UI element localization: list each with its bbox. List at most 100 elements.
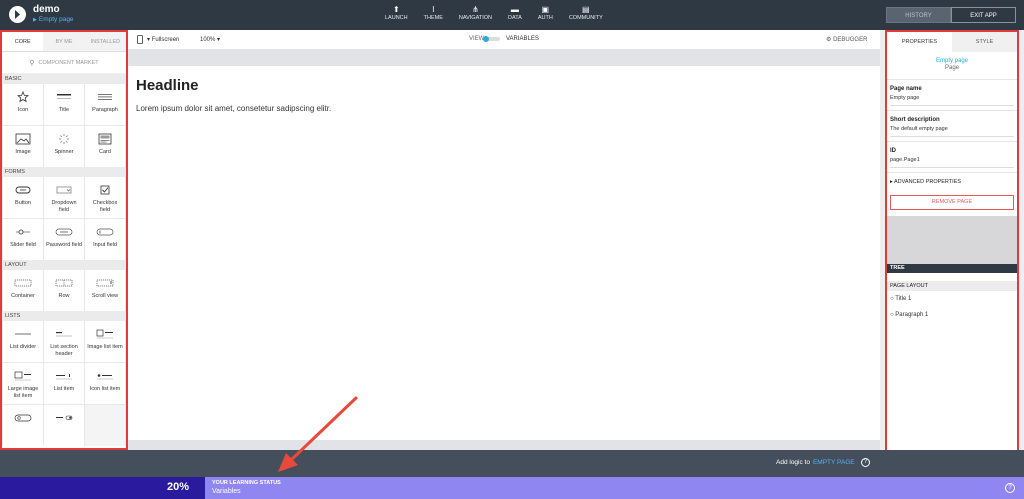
properties-panel: PROPERTIES STYLE Empty page Page Page na… bbox=[885, 30, 1019, 454]
component-row[interactable]: Row bbox=[44, 270, 84, 311]
short-description-label: Short description bbox=[890, 117, 940, 123]
nav-auth[interactable]: ▣ AUTH bbox=[538, 4, 553, 21]
device-phone-icon[interactable] bbox=[137, 35, 143, 46]
component-label: Checkbox field bbox=[92, 200, 118, 213]
component-label: Row bbox=[58, 293, 70, 299]
large-image-list-item-icon bbox=[14, 369, 32, 383]
nav-navigation-label: NAVIGATION bbox=[458, 15, 492, 21]
card-icon bbox=[98, 132, 112, 146]
nav-theme-label: THEME bbox=[423, 15, 443, 21]
image-icon bbox=[15, 132, 31, 146]
page-canvas[interactable]: Headline Lorem ipsum dolor sit amet, con… bbox=[128, 66, 880, 440]
tab-properties[interactable]: PROPERTIES bbox=[887, 32, 952, 52]
component-label: Image list item bbox=[87, 344, 123, 350]
icon-list-item-icon bbox=[96, 369, 114, 383]
canvas-paragraph[interactable]: Lorem ipsum dolor sit amet, consetetur s… bbox=[136, 104, 331, 113]
page-id-block: ID page.Page1 bbox=[887, 141, 1017, 172]
page-name-label: Page name bbox=[890, 86, 922, 92]
component-label: Large image list item bbox=[7, 386, 39, 399]
canvas-headline[interactable]: Headline bbox=[136, 77, 199, 94]
add-logic-link[interactable]: Add logic to EMPTY PAGE bbox=[776, 459, 855, 466]
component-label: Card bbox=[99, 149, 111, 155]
component-list-section-header[interactable]: List section header bbox=[44, 321, 84, 362]
tab-installed[interactable]: INSTALLED bbox=[84, 32, 126, 51]
component-image-list-item[interactable]: Image list item bbox=[85, 321, 125, 362]
component-list-divider[interactable]: List divider bbox=[3, 321, 43, 362]
nav-launch[interactable]: ⬆ LAUNCH bbox=[385, 4, 408, 21]
component-title[interactable]: Title bbox=[44, 84, 84, 125]
add-logic-prefix: Add logic to bbox=[776, 459, 810, 466]
component-slider-field[interactable]: Slider field bbox=[3, 219, 43, 260]
slider-icon bbox=[15, 225, 31, 239]
learning-status-bar[interactable]: 20% YOUR LEARNING STATUS Variables ? bbox=[0, 477, 1024, 499]
component-label: Spinner bbox=[54, 149, 74, 155]
component-container[interactable]: Container bbox=[3, 270, 43, 311]
list-header-icon bbox=[55, 327, 73, 341]
canvas-toolbar: ▾ Fullscreen 100% ▾ VIEW VARIABLES ⚙ DEB… bbox=[128, 30, 880, 50]
component-checkbox-field[interactable]: Checkbox field bbox=[85, 177, 125, 218]
component-toggle-list-item[interactable] bbox=[44, 405, 84, 446]
history-button[interactable]: HISTORY bbox=[886, 7, 951, 23]
nav-theme[interactable]: ǀ THEME bbox=[424, 4, 443, 21]
component-market-link[interactable]: ⚲ COMPONENT MARKET bbox=[2, 52, 126, 74]
component-spinner[interactable]: Spinner bbox=[44, 126, 84, 167]
nav-navigation[interactable]: ⋔ NAVIGATION bbox=[459, 4, 492, 21]
help-icon[interactable]: ? bbox=[861, 458, 870, 467]
spinner-icon bbox=[58, 132, 70, 146]
lists-grid: List divider List section header Image l… bbox=[2, 321, 126, 446]
grid-empty-cell bbox=[85, 405, 125, 446]
title-icon bbox=[56, 90, 72, 104]
nav-data-label: DATA bbox=[507, 15, 522, 21]
tab-style[interactable]: STYLE bbox=[952, 32, 1017, 52]
app-logo-icon[interactable] bbox=[9, 6, 26, 23]
advanced-properties-toggle[interactable]: ▸ ADVANCED PROPERTIES bbox=[887, 172, 1017, 191]
tab-by-me[interactable]: BY ME bbox=[43, 32, 85, 51]
tree-page-layout[interactable]: PAGE LAYOUT bbox=[887, 281, 1017, 291]
tab-core[interactable]: CORE bbox=[2, 32, 44, 51]
component-search-bar[interactable] bbox=[3, 405, 43, 446]
nav-data[interactable]: ▬ DATA bbox=[508, 4, 522, 21]
nav-community[interactable]: ▤ COMMUNITY bbox=[569, 4, 603, 21]
nav-community-label: COMMUNITY bbox=[568, 15, 603, 21]
selected-element-name: Empty page bbox=[935, 58, 969, 64]
component-list-item[interactable]: List item bbox=[44, 363, 84, 404]
page-selector[interactable]: ▶ Empty page bbox=[33, 16, 74, 23]
tree-item-label: Paragraph 1 bbox=[895, 312, 929, 318]
component-input-field[interactable]: Input field bbox=[85, 219, 125, 260]
caret-right-icon: ▸ bbox=[890, 179, 893, 185]
view-variables-toggle[interactable] bbox=[483, 36, 500, 42]
learning-help-icon[interactable]: ? bbox=[1005, 483, 1015, 493]
remove-page-button[interactable]: REMOVE PAGE bbox=[890, 195, 1014, 210]
component-card[interactable]: Card bbox=[85, 126, 125, 167]
tree-spacer bbox=[887, 273, 1017, 281]
dropdown-caret-icon: ▾ bbox=[217, 37, 221, 43]
component-scroll-view[interactable]: Scroll view bbox=[85, 270, 125, 311]
lock-icon: ▣ bbox=[541, 5, 550, 14]
list-item-icon bbox=[55, 369, 73, 383]
component-large-image-list-item[interactable]: Large image list item bbox=[3, 363, 43, 404]
component-dropdown-field[interactable]: Dropdown field bbox=[44, 177, 84, 218]
toggle-knob bbox=[483, 36, 489, 42]
device-selector[interactable]: ▾ Fullscreen bbox=[147, 36, 179, 43]
search-bar-icon bbox=[14, 411, 32, 425]
component-button[interactable]: Button bbox=[3, 177, 43, 218]
component-label: List section header bbox=[50, 344, 78, 357]
zoom-selector[interactable]: 100% ▾ bbox=[200, 36, 220, 43]
component-paragraph[interactable]: Paragraph bbox=[85, 84, 125, 125]
exit-app-button[interactable]: EXIT APP bbox=[951, 7, 1016, 23]
debugger-button[interactable]: ⚙ DEBUGGER bbox=[826, 36, 867, 43]
upload-icon: ⬆ bbox=[392, 5, 400, 14]
page-name-block: Page name Empty page bbox=[887, 79, 1017, 110]
component-icon-list-item[interactable]: Icon list item bbox=[85, 363, 125, 404]
tree-item-paragraph[interactable]: ○ Paragraph 1 bbox=[887, 307, 1017, 323]
learning-subtitle: Variables bbox=[212, 488, 241, 495]
button-icon bbox=[15, 183, 31, 197]
page-name-field[interactable]: Empty page bbox=[890, 95, 1014, 106]
component-password-field[interactable]: Password field bbox=[44, 219, 84, 260]
add-logic-target[interactable]: EMPTY PAGE bbox=[813, 459, 855, 466]
short-description-field[interactable]: The default empty page bbox=[890, 126, 1014, 137]
variables-mode-label[interactable]: VARIABLES bbox=[506, 36, 539, 42]
component-image[interactable]: Image bbox=[3, 126, 43, 167]
component-icon[interactable]: Icon bbox=[3, 84, 43, 125]
tree-item-title[interactable]: ○ Title 1 bbox=[887, 291, 1017, 307]
